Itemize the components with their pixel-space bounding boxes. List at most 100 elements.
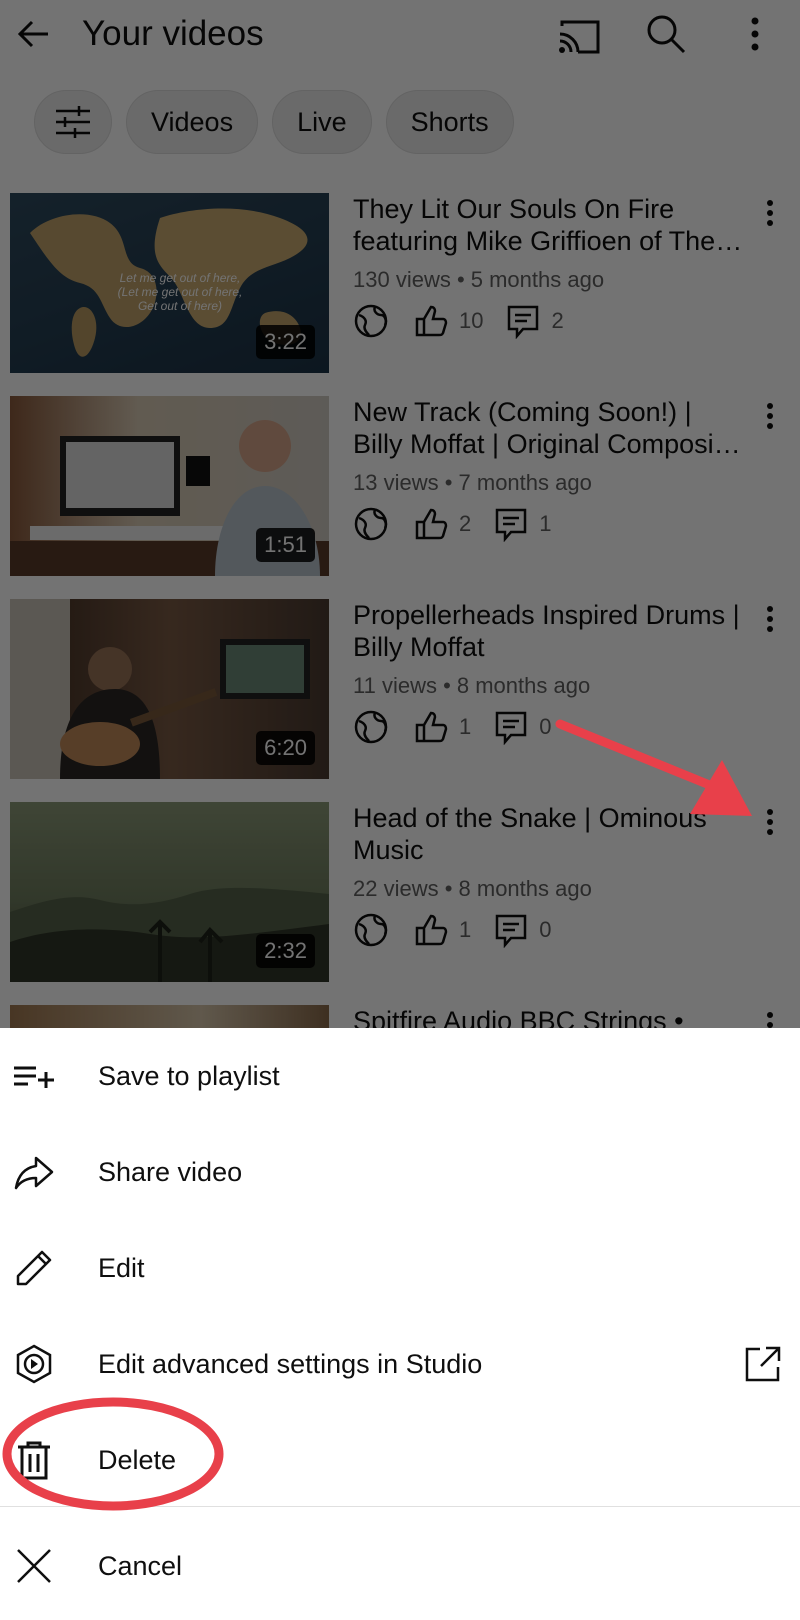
app-header: Your videos — [0, 0, 800, 70]
video-item[interactable]: Let me get out of here, (Let me get out … — [10, 193, 790, 373]
like-count: 1 — [459, 917, 472, 942]
pencil-icon — [16, 1250, 52, 1286]
video-title[interactable]: New Track (Coming Soon!) | Billy Moffat … — [353, 396, 753, 460]
video-duration: 1:51 — [256, 528, 315, 562]
video-meta: 130 views • 5 months ago — [353, 267, 605, 292]
video-item[interactable]: 2:32 Head of the Snake | Ominous Music 2… — [10, 802, 790, 982]
video-item[interactable]: 1:51 New Track (Coming Soon!) | Billy Mo… — [10, 396, 790, 576]
video-title-line: Head of the Snake | Ominous — [353, 803, 707, 833]
video-title[interactable]: Head of the Snake | Ominous Music — [353, 802, 753, 866]
video-more-icon[interactable] — [758, 197, 782, 229]
video-title[interactable]: Spitfire Audio BBC Strings • — [353, 1005, 753, 1028]
video-title-line: New Track (Coming Soon!) | — [353, 397, 692, 427]
video-title-line: Music — [353, 835, 424, 865]
comment-count: 0 — [539, 714, 552, 739]
menu-item-label: Cancel — [98, 1550, 183, 1581]
menu-save-to-playlist[interactable]: Save to playlist — [0, 1028, 800, 1124]
globe-icon — [354, 507, 388, 541]
comment-icon — [496, 508, 527, 542]
video-title-line: Spitfire Audio BBC Strings • — [353, 1006, 684, 1028]
video-item[interactable]: 6:20 Propellerheads Inspired Drums | Bil… — [10, 599, 790, 779]
video-item[interactable]: Spitfire Audio BBC Strings • — [10, 1005, 790, 1028]
comment-count: 1 — [539, 511, 552, 536]
menu-item-label: Delete — [98, 1444, 177, 1475]
back-arrow-icon — [17, 20, 48, 48]
like-icon — [415, 914, 448, 946]
video-thumbnail[interactable] — [10, 1005, 329, 1028]
chip-live[interactable]: Live — [272, 90, 372, 154]
comment-count: 2 — [551, 308, 564, 333]
like-icon — [415, 711, 448, 743]
globe-icon — [354, 304, 388, 338]
video-duration: 6:20 — [256, 731, 315, 765]
menu-item-label: Save to playlist — [98, 1060, 280, 1091]
video-title-line: They Lit Our Souls On Fire — [353, 194, 675, 224]
like-icon — [415, 508, 448, 540]
video-stats: 1 0 — [353, 709, 574, 745]
like-count: 2 — [459, 511, 472, 536]
comment-icon — [496, 914, 527, 948]
menu-item-label: Edit — [98, 1252, 145, 1283]
menu-delete[interactable]: Delete — [0, 1412, 800, 1508]
your-videos-page: Your videos Videos Live Shorts Let me ge… — [0, 0, 800, 1028]
menu-divider — [0, 1506, 800, 1507]
video-more-icon[interactable] — [758, 603, 782, 635]
video-stats: 10 2 — [353, 303, 586, 339]
video-title-line: Propellerheads Inspired Drums | — [353, 600, 740, 630]
more-options-button[interactable] — [740, 14, 770, 58]
comment-icon — [508, 305, 539, 339]
like-icon — [415, 305, 448, 337]
video-meta: 11 views • 8 months ago — [353, 673, 591, 698]
open-external-icon — [745, 1346, 781, 1382]
video-title[interactable]: Propellerheads Inspired Drums | Billy Mo… — [353, 599, 753, 663]
video-meta: 13 views • 7 months ago — [353, 470, 592, 495]
search-button[interactable] — [644, 12, 688, 56]
more-vertical-icon — [751, 17, 759, 51]
video-more-icon[interactable] — [758, 400, 782, 432]
video-title[interactable]: They Lit Our Souls On Fire featuring Mik… — [353, 193, 753, 257]
video-thumbnail[interactable]: 2:32 — [10, 802, 329, 982]
menu-edit[interactable]: Edit — [0, 1220, 800, 1316]
like-count: 10 — [459, 308, 484, 333]
comment-count: 0 — [539, 917, 552, 942]
video-more-icon[interactable] — [758, 806, 782, 838]
video-duration: 3:22 — [256, 325, 315, 359]
thumbnail-lyrics-text: Let me get out of here, (Let me get out … — [117, 271, 243, 313]
search-icon — [647, 15, 686, 54]
video-meta: 22 views • 8 months ago — [353, 876, 592, 901]
comment-icon — [496, 711, 527, 745]
close-icon — [17, 1549, 51, 1583]
video-stats: 1 0 — [353, 912, 574, 948]
playlist-add-icon — [14, 1066, 54, 1088]
video-title-line: Billy Moffat — [353, 632, 485, 662]
video-thumbnail[interactable]: 6:20 — [10, 599, 329, 779]
video-more-icon[interactable] — [758, 1009, 782, 1028]
video-title-line: Billy Moffat | Original Composi… — [353, 429, 741, 459]
video-options-sheet: Save to playlist Share video Edit Edit a… — [0, 1028, 800, 1620]
chip-shorts[interactable]: Shorts — [385, 90, 514, 154]
filter-chip[interactable] — [34, 90, 112, 154]
like-count: 1 — [459, 714, 472, 739]
share-icon — [14, 1156, 54, 1190]
back-button[interactable] — [12, 14, 56, 58]
video-thumbnail[interactable]: Let me get out of here, (Let me get out … — [10, 193, 329, 373]
video-duration: 2:32 — [256, 934, 315, 968]
page-title: Your videos — [82, 14, 264, 53]
chip-videos[interactable]: Videos — [126, 90, 259, 154]
filter-chips: Videos Live Shorts — [34, 90, 514, 154]
cast-icon — [559, 20, 600, 54]
filter-icon — [56, 106, 90, 138]
video-thumbnail[interactable]: 1:51 — [10, 396, 329, 576]
menu-edit-advanced-studio[interactable]: Edit advanced settings in Studio — [0, 1316, 800, 1412]
menu-share-video[interactable]: Share video — [0, 1124, 800, 1220]
video-stats: 2 1 — [353, 506, 574, 542]
menu-item-label: Edit advanced settings in Studio — [98, 1348, 483, 1379]
menu-cancel[interactable]: Cancel — [0, 1518, 800, 1614]
globe-icon — [354, 710, 388, 744]
cast-button[interactable] — [556, 14, 602, 58]
menu-item-label: Share video — [98, 1156, 243, 1187]
video-title-line: featuring Mike Griffioen of The… — [353, 226, 743, 256]
globe-icon — [354, 913, 388, 947]
studio-icon — [16, 1344, 52, 1384]
trash-icon — [18, 1441, 50, 1480]
